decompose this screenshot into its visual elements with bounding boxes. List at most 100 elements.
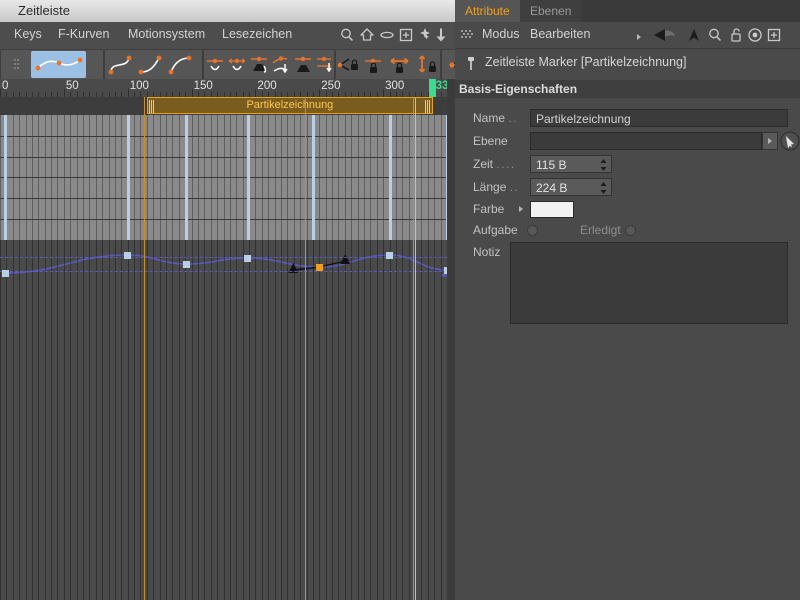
- fcurve-grid-line: [402, 240, 403, 600]
- menu-modus[interactable]: Modus: [482, 27, 520, 41]
- key-row[interactable]: [0, 198, 447, 220]
- fcurve-key[interactable]: [124, 252, 131, 259]
- fcurve-key-selected[interactable]: [316, 264, 323, 271]
- menu-keys[interactable]: Keys: [14, 27, 42, 41]
- field-row-name: Name .. Partikelzeichnung: [455, 108, 800, 130]
- playhead-handle[interactable]: [429, 79, 436, 97]
- current-key-indicator-line: [305, 97, 306, 600]
- fcurve-grid-line: [249, 240, 250, 600]
- key-row[interactable]: [0, 178, 447, 200]
- ruler-tick: [0, 89, 1, 97]
- fcurve-grid-line: [140, 240, 141, 600]
- lock-open-icon[interactable]: [727, 26, 745, 44]
- fcurve-grid-line: [441, 240, 442, 600]
- laenge-input[interactable]: 224 B: [530, 178, 612, 196]
- back-arrow-icon[interactable]: [651, 26, 679, 44]
- fcurve-grid-line: [70, 240, 71, 600]
- fcurve-grid-line: [153, 240, 154, 600]
- timeline-panel: Zeitleiste Keys F-Kurven Motionsystem Le…: [0, 0, 455, 600]
- key-marker[interactable]: [312, 115, 315, 240]
- curve-ease-icon[interactable]: [135, 51, 165, 78]
- attribute-manager: Attribute Ebenen Modus Bearbeiten: [455, 0, 800, 600]
- timeline-marker-bar[interactable]: Partikelzeichnung: [147, 97, 433, 114]
- menu-lesezeichen[interactable]: Lesezeichen: [222, 27, 292, 41]
- eyedropper-icon[interactable]: [780, 131, 800, 154]
- frame-all-icon[interactable]: [397, 26, 415, 44]
- key-rows-band[interactable]: [0, 115, 447, 240]
- tab-attribute[interactable]: Attribute: [455, 0, 520, 22]
- target-icon[interactable]: [746, 26, 764, 44]
- toolbar-handle[interactable]: [1, 51, 31, 78]
- search-icon[interactable]: [338, 26, 356, 44]
- erledigt-checkbox[interactable]: [625, 225, 636, 236]
- key-marker[interactable]: [389, 115, 392, 240]
- curve-ease-out-icon[interactable]: [165, 51, 195, 78]
- grid-icon[interactable]: [459, 26, 477, 44]
- farbe-swatch[interactable]: [530, 201, 574, 218]
- tangent-weight-icon[interactable]: [292, 51, 314, 78]
- timeline-right-gutter: [447, 79, 455, 600]
- fcurve-grid-line: [421, 240, 422, 600]
- lock-length-icon[interactable]: [388, 51, 414, 78]
- tangent-break-icon[interactable]: [270, 51, 292, 78]
- key-marker[interactable]: [247, 115, 250, 240]
- farbe-expand-arrow-icon[interactable]: [519, 206, 523, 212]
- lock-value-icon[interactable]: [414, 51, 440, 78]
- menu-bearbeiten[interactable]: Bearbeiten: [530, 27, 590, 41]
- marker-edge-right[interactable]: [413, 97, 414, 600]
- tangent-align-icon[interactable]: [314, 51, 336, 78]
- fcurve-area[interactable]: [0, 240, 447, 600]
- zeit-spinner[interactable]: [600, 158, 607, 172]
- name-input[interactable]: Partikelzeichnung: [530, 109, 788, 127]
- ruler-tick: [255, 89, 256, 97]
- menu-motionsystem[interactable]: Motionsystem: [128, 27, 205, 41]
- tab-ebenen[interactable]: Ebenen: [520, 0, 581, 22]
- notiz-textarea[interactable]: [510, 242, 788, 324]
- attribute-menu-bar: Modus Bearbeiten: [455, 22, 800, 49]
- curve-s-icon[interactable]: [105, 51, 135, 78]
- timeline-ruler[interactable]: 050100150200250300338: [0, 79, 447, 98]
- up-arrow-icon[interactable]: [685, 26, 703, 44]
- tangent-clamp-icon[interactable]: [248, 51, 270, 78]
- fcurve-grid-line: [115, 240, 116, 600]
- search-icon[interactable]: [706, 26, 724, 44]
- key-marker[interactable]: [4, 115, 7, 240]
- key-marker[interactable]: [127, 115, 130, 240]
- zeit-input[interactable]: 115 B: [530, 155, 612, 173]
- fcurve-key[interactable]: [386, 252, 393, 259]
- ebene-input[interactable]: [530, 132, 762, 150]
- ebene-dropdown-button[interactable]: [762, 132, 778, 150]
- menu-f-kurven[interactable]: F-Kurven: [58, 27, 109, 41]
- fcurve-grid-line: [51, 240, 52, 600]
- scale-icon[interactable]: [432, 26, 450, 44]
- toolbar-group-locks: [335, 49, 441, 80]
- tangent-flat-icon[interactable]: [226, 51, 248, 78]
- marker-edge-left[interactable]: [144, 97, 145, 600]
- fcurve-key[interactable]: [2, 270, 9, 277]
- spline-smooth-icon[interactable]: [31, 51, 86, 78]
- fcurve-key[interactable]: [183, 261, 190, 268]
- fcurve-grid-line: [57, 240, 58, 600]
- laenge-spinner[interactable]: [600, 181, 607, 195]
- lock-tangent-icon[interactable]: [362, 51, 388, 78]
- chevron-right-icon[interactable]: [637, 34, 641, 40]
- eye-icon[interactable]: [378, 26, 396, 44]
- fcurve-key[interactable]: [244, 255, 251, 262]
- key-row[interactable]: [0, 136, 447, 158]
- aufgabe-checkbox[interactable]: [527, 225, 538, 236]
- plus-box-icon[interactable]: [765, 26, 783, 44]
- marker-strip[interactable]: Partikelzeichnung: [0, 97, 447, 115]
- key-row[interactable]: [0, 157, 447, 179]
- key-row[interactable]: [0, 219, 447, 240]
- playhead-line[interactable]: [415, 97, 416, 600]
- key-row[interactable]: [0, 115, 447, 137]
- fcurve-grid-line: [338, 240, 339, 600]
- key-marker[interactable]: [185, 115, 188, 240]
- marker-pin-icon: [465, 55, 477, 71]
- fcurve-grid-line: [377, 240, 378, 600]
- tangent-zero-icon[interactable]: [204, 51, 226, 78]
- fcurve-grid-line: [198, 240, 199, 600]
- lock-angle-icon[interactable]: [336, 51, 362, 78]
- home-icon[interactable]: [358, 26, 376, 44]
- fcurve-grid-line: [243, 240, 244, 600]
